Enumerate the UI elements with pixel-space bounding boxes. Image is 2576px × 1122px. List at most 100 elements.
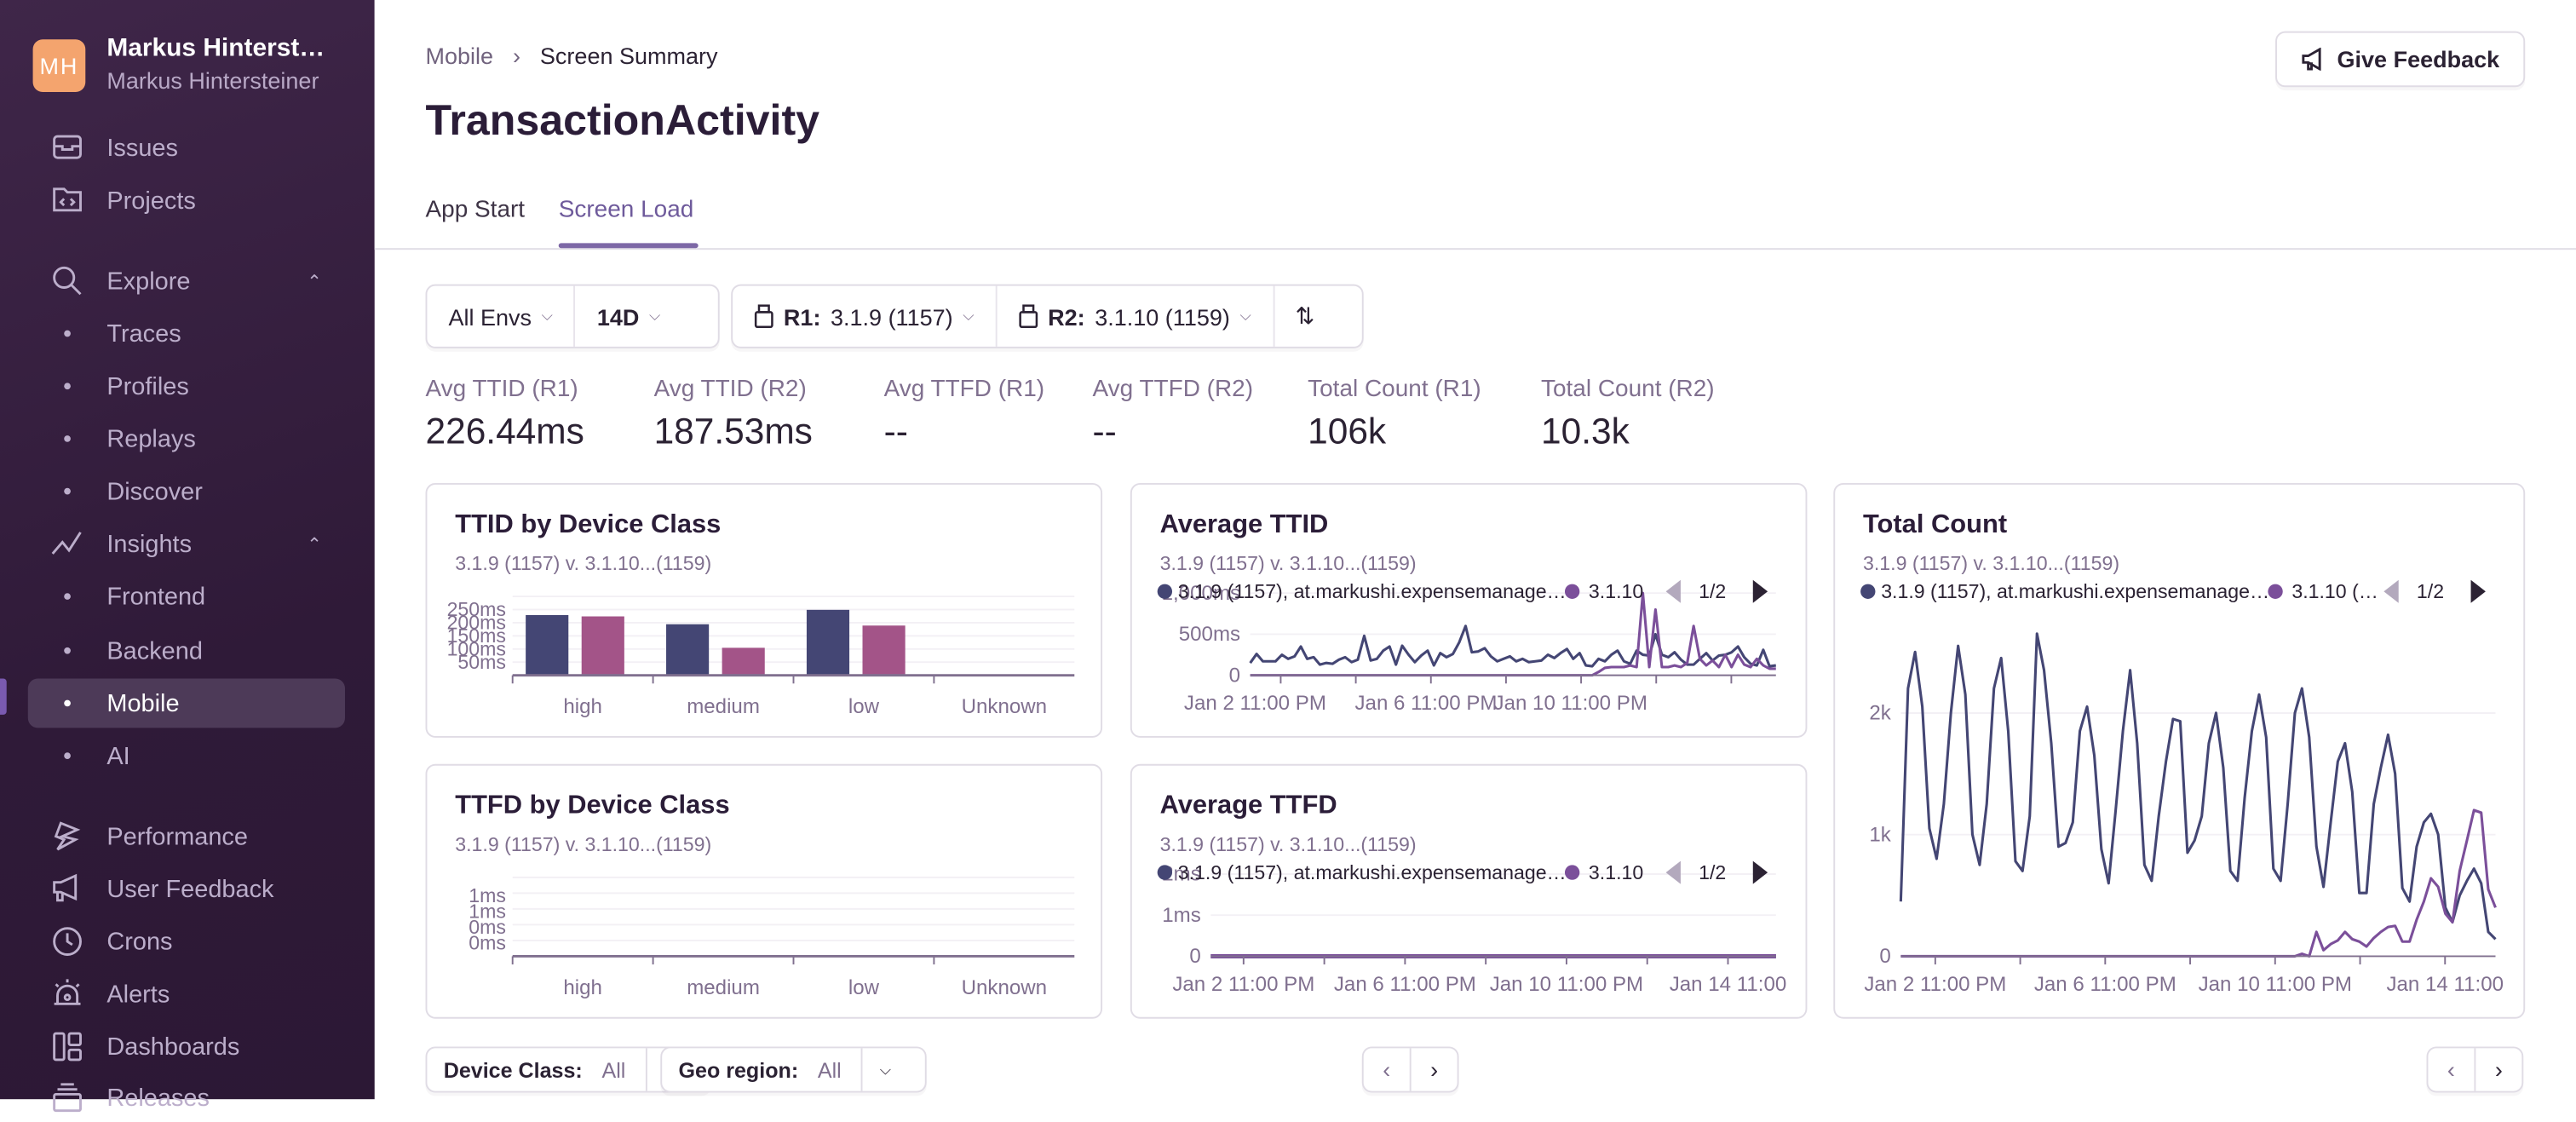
sidebar-item-label: Traces: [106, 319, 181, 348]
next-page-button[interactable]: ›: [1409, 1048, 1458, 1091]
chart-card-total-count: Total Count 3.1.9 (1157) v. 3.1.10...(115…: [1833, 482, 2526, 1019]
prev-page-button[interactable]: ‹: [2428, 1048, 2474, 1090]
x-tick-label: low: [848, 695, 880, 718]
chart-svg: 0ms0ms1ms1mshigh medium low Unknown: [469, 876, 1075, 999]
bar-high-series-1[interactable]: [526, 614, 569, 676]
x-tick-label: low: [848, 976, 880, 999]
legend-prev-page-icon[interactable]: [2383, 579, 2399, 603]
active-tab-underline: [558, 243, 699, 249]
page-title: TransactionActivity: [425, 95, 820, 145]
bar-medium-series-2[interactable]: [722, 647, 765, 676]
bullet-icon: [28, 647, 107, 654]
chevron-up-icon[interactable]: ⌃: [307, 533, 322, 555]
chevron-up-icon[interactable]: ⌃: [307, 270, 322, 291]
metric-5-label: Total Count (R2): [1540, 376, 1715, 403]
legend-next-page-icon[interactable]: [1752, 579, 1768, 603]
sidebar-item-releases[interactable]: Releases: [28, 1073, 345, 1122]
x-tick-label: Jan 14 11:00: [2386, 973, 2504, 996]
x-tick-label: Jan 14 11:00: [1670, 973, 1787, 996]
user-name: Markus Hintersteiner: [106, 67, 319, 94]
x-tick-label: high: [563, 976, 602, 999]
swap-releases-button[interactable]: ⇅: [1274, 286, 1337, 347]
sidebar-item-explore[interactable]: Explore ⌃: [28, 256, 345, 306]
sidebar-item-discover[interactable]: Discover: [28, 467, 345, 516]
x-tick-label: Jan 6 11:00 PM: [1334, 973, 1476, 996]
geo-region-label: Geo region:: [678, 1057, 799, 1082]
code-folder-icon: [28, 184, 107, 217]
siren-icon: [28, 977, 107, 1010]
release-icon: [1019, 304, 1038, 329]
sidebar-item-insights[interactable]: Insights ⌃: [28, 519, 345, 568]
org-name[interactable]: Markus Hinterst…: [106, 34, 325, 64]
dashboard-icon: [28, 1030, 107, 1063]
breadcrumb-mobile[interactable]: Mobile: [425, 43, 493, 69]
legend-item-r2: 3.1.10: [1589, 861, 1643, 883]
legend-next-page-icon[interactable]: [1752, 860, 1768, 884]
org-avatar[interactable]: MH: [32, 39, 86, 92]
give-feedback-button[interactable]: Give Feedback: [2275, 31, 2526, 88]
y-tick-label: 0: [1229, 664, 1240, 687]
sidebar-item-label: Projects: [106, 186, 196, 215]
y-tick-label: 250ms: [447, 598, 506, 620]
sidebar-item-label: Crons: [106, 927, 173, 956]
legend-marker-r2: [1564, 584, 1580, 599]
bar-medium-series-1[interactable]: [666, 624, 710, 676]
release-filter: R1: 3.1.9 (1157) ⌵ R2: 3.1.10 (1159) ⌵ ⇅: [731, 284, 1364, 348]
legend-prev-page-icon[interactable]: [1665, 860, 1681, 884]
sidebar-item-crons[interactable]: Crons: [28, 917, 345, 966]
bar-high-series-2[interactable]: [581, 616, 624, 676]
chart-card-ttid-device: TTID by Device Class 3.1.9 (1157) v. 3.1.…: [425, 482, 1103, 738]
y-tick-label: 2k: [1869, 702, 1891, 725]
period-select[interactable]: 14D ⌵: [576, 286, 681, 347]
legend-item-r1: 3.1.9 (1157), at.markushi.expensemanage…: [1178, 861, 1567, 883]
sidebar-item-projects[interactable]: Projects: [28, 175, 345, 225]
sidebar-item-replays[interactable]: Replays: [28, 414, 345, 463]
legend-prev-page-icon[interactable]: [1665, 579, 1681, 603]
sidebar-item-ai[interactable]: AI: [28, 731, 345, 780]
series-line-1[interactable]: [1899, 632, 2497, 941]
search-icon: [28, 264, 107, 297]
sidebar: MH Markus Hinterst… Markus Hintersteiner…: [0, 0, 375, 1113]
sidebar-item-label: User Feedback: [106, 874, 274, 903]
release-2-select[interactable]: R2: 3.1.10 (1159) ⌵: [997, 285, 1274, 347]
tab-app-start[interactable]: App Start: [425, 197, 525, 223]
sidebar-item-alerts[interactable]: Alerts: [28, 970, 345, 1019]
x-tick-label: Jan 2 11:00 PM: [1864, 973, 2006, 996]
bar-low-series-1[interactable]: [806, 609, 850, 676]
metric-0-label: Avg TTID (R1): [425, 376, 578, 403]
r1-value: 3.1.9 (1157): [831, 302, 953, 330]
legend-item-r1: 3.1.9 (1157), at.markushi.expensemanage…: [1881, 580, 2269, 602]
sidebar-item-backend[interactable]: Backend: [28, 626, 345, 676]
legend-marker-r2: [1564, 865, 1580, 880]
tab-screen-load[interactable]: Screen Load: [559, 197, 694, 223]
metric-4-value: 106k: [1308, 411, 1387, 452]
sidebar-item-traces[interactable]: Traces: [28, 309, 345, 359]
bar-low-series-2[interactable]: [862, 625, 906, 676]
sidebar-item-user-feedback[interactable]: User Feedback: [28, 864, 345, 913]
bullet-icon: [28, 593, 107, 600]
sidebar-item-frontend[interactable]: Frontend: [28, 572, 345, 621]
x-tick-label: medium: [687, 976, 760, 999]
y-tick-label: 1ms: [469, 884, 506, 906]
sidebar-item-profiles[interactable]: Profiles: [28, 361, 345, 411]
release-1-select[interactable]: R1: 3.1.9 (1157) ⌵: [733, 285, 998, 347]
x-tick-label: Jan 10 11:00 PM: [1494, 692, 1647, 715]
legend-next-page-icon[interactable]: [2470, 579, 2486, 603]
x-tick-label: Jan 2 11:00 PM: [1184, 692, 1326, 715]
geo-region-filter[interactable]: Geo region: All ⌵: [660, 1046, 927, 1093]
sidebar-item-issues[interactable]: Issues: [28, 124, 345, 173]
environment-select[interactable]: All Envs ⌵: [427, 285, 576, 347]
metric-4-label: Total Count (R1): [1308, 376, 1481, 403]
sidebar-item-dashboards[interactable]: Dashboards: [28, 1022, 345, 1072]
sidebar-item-mobile[interactable]: Mobile: [27, 678, 345, 728]
next-page-button[interactable]: ›: [2474, 1048, 2521, 1091]
bullet-icon: [28, 330, 107, 337]
sidebar-item-performance[interactable]: Performance: [28, 812, 345, 861]
chevron-down-icon: ⌵: [963, 307, 975, 324]
prev-page-button[interactable]: ‹: [1364, 1048, 1410, 1090]
pagination-middle: ‹ ›: [1361, 1046, 1459, 1093]
bullet-icon: [28, 435, 107, 442]
y-tick-label: 1ms: [1162, 904, 1201, 927]
pagination-right: ‹ ›: [2426, 1046, 2524, 1093]
sidebar-item-label: Issues: [106, 134, 178, 162]
